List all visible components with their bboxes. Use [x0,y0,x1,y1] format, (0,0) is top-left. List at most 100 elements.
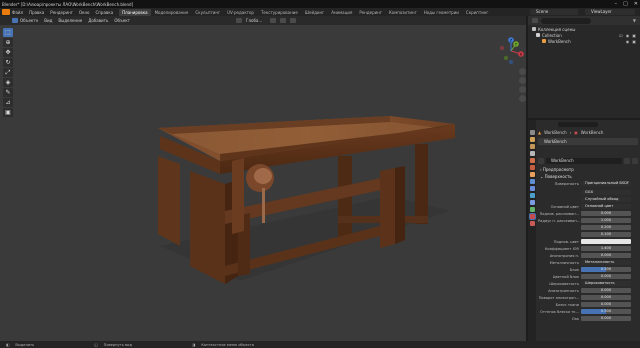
rotate-icon[interactable]: ↻ [3,58,13,67]
camera-view-icon[interactable] [519,86,526,93]
tab-scripting[interactable]: Скриптинг [463,9,492,16]
scene-selector[interactable]: Scene [530,9,578,15]
menu-view[interactable]: Вид [44,18,52,23]
menu-render[interactable]: Рендеринг [50,10,73,15]
specular-slider[interactable]: 0.500 [581,266,631,273]
world-tab-icon[interactable] [529,165,535,170]
scene-tab-icon[interactable] [529,158,535,163]
snap-icon[interactable] [280,18,287,23]
section-surface[interactable]: ⌄ Поверхность [538,173,638,180]
properties-search-input[interactable] [558,121,598,127]
camera-icon[interactable]: ▣ [632,39,636,44]
close-icon[interactable]: ✕ [634,1,638,7]
tool-tab-icon[interactable] [529,130,535,135]
tab-geometry-nodes[interactable]: Ноды геометрии [421,9,462,16]
camera-icon[interactable]: ▣ [632,33,636,38]
subsurface-radius-y-field[interactable]: 0.200 [581,224,631,231]
transform-orientation[interactable]: Глоба... [246,18,262,23]
tab-layout[interactable]: Планировка [119,8,151,16]
menu-window[interactable]: Окно [79,10,90,15]
modifier-tab-icon[interactable] [529,179,535,184]
maximize-icon[interactable]: □ [623,1,628,7]
material-browse-icon[interactable] [538,157,544,164]
move-icon[interactable]: ✥ [3,48,13,57]
3d-viewport[interactable]: Объектн Вид Выделение Добавить Объект Гл… [0,16,526,341]
tab-compositing[interactable]: Композитинг [386,9,420,16]
eye-icon[interactable]: ◉ [626,33,630,38]
menu-object[interactable]: Объект [114,18,130,23]
surface-shader-field[interactable]: Принципиальный BSDF [581,180,631,187]
roughness-link[interactable]: Шероховатость [581,280,631,287]
menu-help[interactable]: Справка [96,10,114,15]
view-layer-tab-icon[interactable] [529,151,535,156]
orientation-icon[interactable] [236,18,242,23]
view-layer-selector[interactable]: ViewLayer [585,9,635,15]
anisotropic-field[interactable]: 0.000 [581,287,631,294]
tab-texture-paint[interactable]: Текстурирование [258,9,301,16]
select-icon[interactable]: ⬚ [3,28,13,37]
section-preview[interactable]: › Предпросмотр [538,166,638,173]
blender-logo-icon[interactable] [2,9,10,15]
subsurface-radius-x-field[interactable]: 1.000 [581,217,631,224]
mode-selector[interactable]: Объектн [20,18,38,23]
outliner-editor-icon[interactable] [532,18,538,23]
annotate-icon[interactable]: ✎ [3,88,13,97]
data-tab-icon[interactable] [529,207,535,212]
checkbox-icon[interactable]: ☑ [619,33,623,38]
base-color-link[interactable]: Основной цвет [581,203,631,210]
pivot-icon[interactable] [270,18,277,23]
outliner-item-workbench[interactable]: WorkBench ◉ ▣ [528,38,640,44]
material-tab-icon[interactable] [528,213,536,220]
constraints-tab-icon[interactable] [529,200,535,205]
tab-rendering[interactable]: Рендеринг [356,9,385,16]
material-slot-list[interactable]: WorkBench [538,138,638,145]
subsurface-ior-field[interactable]: 1.400 [581,245,631,252]
pan-icon[interactable] [519,77,526,84]
texture-tab-icon[interactable] [529,221,535,226]
tab-sculpting[interactable]: Скульптинг [192,9,223,16]
particles-tab-icon[interactable] [529,186,535,191]
subsurface-field[interactable]: 0.000 [581,210,631,217]
specular-tint-field[interactable]: 0.000 [581,273,631,280]
outliner-search-input[interactable] [541,17,591,24]
perspective-toggle-icon[interactable] [519,95,526,102]
object-tab-icon[interactable] [529,172,535,177]
navigation-gizmo[interactable]: X Y Z [496,36,526,66]
subsurface-anisotropy-field[interactable]: 0.000 [581,252,631,259]
subsurface-radius-z-field[interactable]: 0.100 [581,231,631,238]
sheen-field[interactable]: 0.000 [581,301,631,308]
minimize-icon[interactable]: – [615,1,618,7]
tab-shading[interactable]: Шейдинг [302,9,327,16]
tab-uv-editing[interactable]: UV-редактор [224,9,257,16]
menu-add[interactable]: Добавить [88,18,108,23]
fake-user-icon[interactable] [624,157,630,164]
material-name-field[interactable]: WorkBench [546,157,622,164]
sheen-tint-slider[interactable]: 0.500 [581,308,631,315]
filter-icon[interactable]: ▼ [633,18,636,23]
metallic-link[interactable]: Металличность [581,259,631,266]
measure-icon[interactable]: ⊿ [3,98,13,107]
menu-file[interactable]: Файл [12,10,23,15]
editor-type-icon[interactable] [12,18,18,23]
scale-icon[interactable]: ⤢ [3,68,13,77]
proportional-edit-icon[interactable] [290,18,297,23]
physics-tab-icon[interactable] [529,193,535,198]
eye-icon[interactable]: ◉ [626,39,630,44]
anisotropic-rotation-field[interactable]: 0.000 [581,294,631,301]
clearcoat-field[interactable]: 0.000 [581,315,631,322]
subsurface-method-select[interactable]: Случайный обход [581,196,631,203]
tab-modeling[interactable]: Моделирование [152,9,192,16]
cursor-icon[interactable]: ⊕ [3,38,13,47]
tab-animation[interactable]: Анимация [328,9,355,16]
duplicate-icon[interactable] [632,157,638,164]
menu-select[interactable]: Выделение [58,18,82,23]
subsurface-color-swatch[interactable] [581,238,631,245]
output-tab-icon[interactable] [529,144,535,149]
distribution-select[interactable]: GGX [581,189,631,196]
menu-edit[interactable]: Правка [29,10,44,15]
add-cube-icon[interactable]: ▣ [3,108,13,117]
zoom-icon[interactable] [519,68,526,75]
transform-icon[interactable]: ◈ [3,78,13,87]
chevron-right-icon: › [569,129,572,135]
render-tab-icon[interactable] [529,137,535,142]
